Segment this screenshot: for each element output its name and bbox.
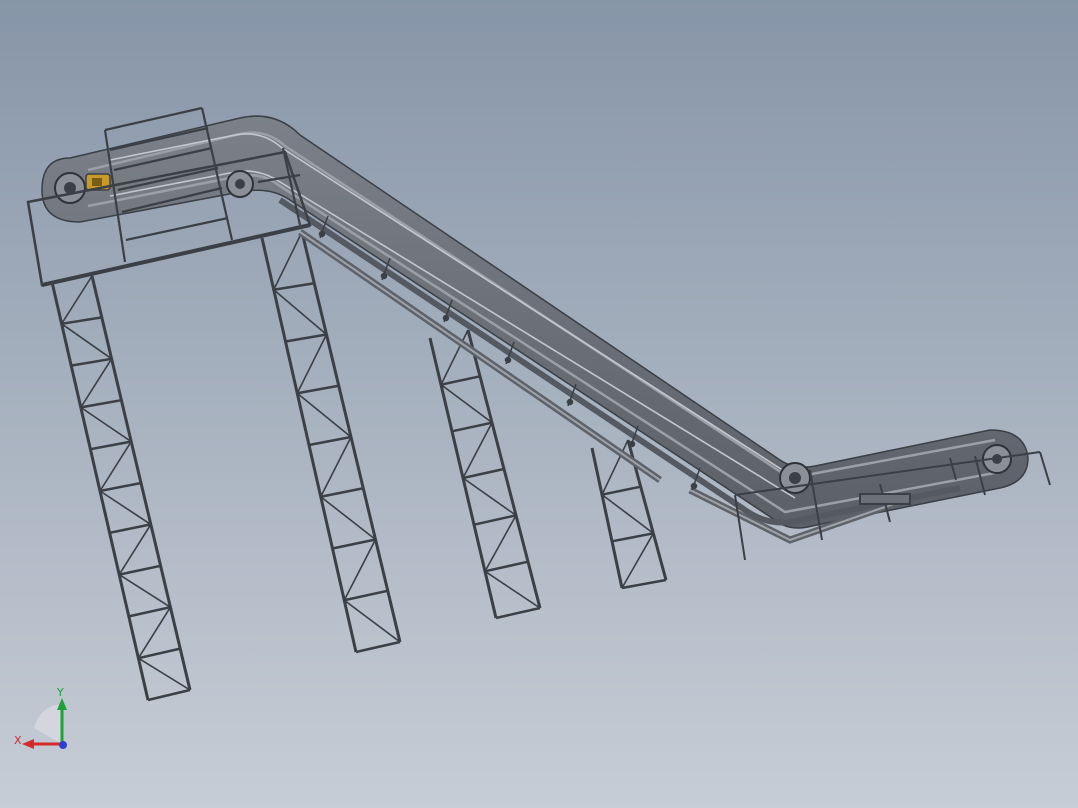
- y-axis-label: Y: [56, 686, 64, 699]
- support-tower-3: [428, 329, 542, 620]
- support-towers: [50, 231, 668, 702]
- support-tower-2: [260, 231, 402, 654]
- conveyor-model[interactable]: [0, 0, 1078, 808]
- x-axis-head: [22, 739, 34, 749]
- z-axis-dot: [59, 741, 67, 749]
- conveyor-belt: [41, 115, 1029, 544]
- y-axis-head: [57, 698, 67, 710]
- 3d-viewport[interactable]: Y X: [0, 0, 1078, 808]
- x-axis-label: X: [14, 734, 22, 747]
- support-tower-1: [50, 275, 192, 702]
- axis-triad: Y X: [14, 686, 67, 749]
